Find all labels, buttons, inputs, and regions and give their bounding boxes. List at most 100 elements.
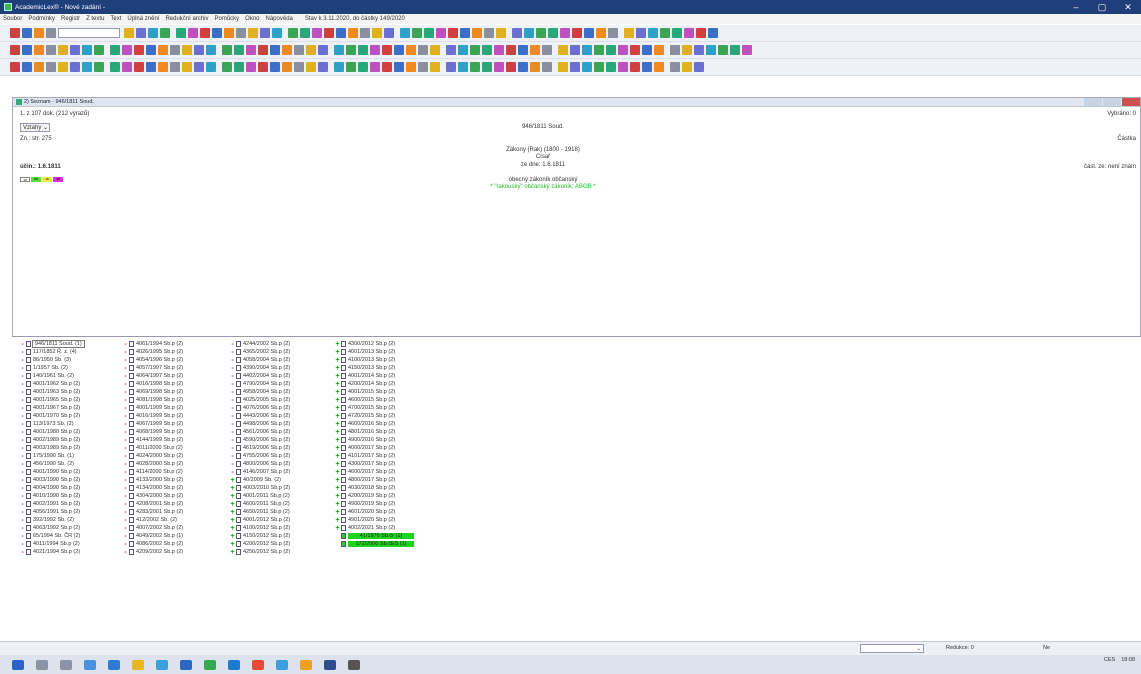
list-item[interactable]: - 4134/2000 Sb.p (2) xyxy=(123,484,183,492)
list-item[interactable]: +4300/2012 Sb.p (2) xyxy=(335,340,414,348)
toolbar-tool-icon[interactable] xyxy=(370,62,380,72)
toolbar-tool-icon[interactable] xyxy=(34,28,44,38)
expand-icon[interactable]: + xyxy=(335,461,340,468)
collapse-icon[interactable]: - xyxy=(123,405,128,412)
toolbar-tool-icon[interactable] xyxy=(124,28,134,38)
toolbar-tool-icon[interactable] xyxy=(548,28,558,38)
list-item[interactable]: - 113/1973 Sb. (2) xyxy=(20,420,84,428)
list-item[interactable]: - 175/1990 Sb. (1) xyxy=(20,452,84,460)
list-item[interactable]: - 4054/1996 Sb.p (2) xyxy=(123,356,183,364)
expand-icon[interactable]: + xyxy=(335,357,340,364)
toolbar-tool-icon[interactable] xyxy=(424,28,434,38)
list-item[interactable]: +4200/2014 Sb.p (2) xyxy=(335,380,414,388)
list-item[interactable]: - 4402/2004 Sb.p (2) xyxy=(230,372,290,380)
collapse-icon[interactable]: - xyxy=(123,453,128,460)
badge-1[interactable]: 18 xyxy=(20,177,30,182)
list-item[interactable]: +40/2009 Sb. (2) xyxy=(230,476,290,484)
collapse-icon[interactable]: - xyxy=(230,461,235,468)
toolbar-tool-icon[interactable] xyxy=(594,62,604,72)
toolbar-tool-icon[interactable] xyxy=(506,45,516,55)
toolbar-tool-icon[interactable] xyxy=(606,45,616,55)
toolbar-tool-icon[interactable] xyxy=(618,62,628,72)
toolbar-tool-icon[interactable] xyxy=(258,45,268,55)
collapse-icon[interactable]: - xyxy=(123,381,128,388)
collapse-icon[interactable]: - xyxy=(230,341,235,348)
expand-icon[interactable]: + xyxy=(230,525,235,532)
list-item[interactable]: +4150/2012 Sb.p (2) xyxy=(230,532,290,540)
toolbar-tool-icon[interactable] xyxy=(158,45,168,55)
toolbar-tool-icon[interactable] xyxy=(300,28,310,38)
list-item[interactable]: - 4958/2004 Sb.p (2) xyxy=(230,388,290,396)
toolbar-tool-icon[interactable] xyxy=(654,45,664,55)
expand-icon[interactable]: + xyxy=(335,365,340,372)
doc-restore-button[interactable] xyxy=(1103,98,1121,106)
list-item[interactable]: +4601/2020 Sb.p (2) xyxy=(335,508,414,516)
list-item[interactable]: +4650/2011 Sb.p (2) xyxy=(230,508,290,516)
toolbar-tool-icon[interactable] xyxy=(348,28,358,38)
list-item[interactable]: 172/2000 Sb.čES (1) xyxy=(335,540,414,548)
collapse-icon[interactable]: - xyxy=(20,397,25,404)
toolbar-tool-icon[interactable] xyxy=(10,45,20,55)
collapse-icon[interactable]: - xyxy=(123,445,128,452)
expand-icon[interactable]: + xyxy=(335,517,340,524)
list-item[interactable]: +4100/2013 Sb.p (2) xyxy=(335,356,414,364)
list-item[interactable]: - 4028/2000 Sb.p (2) xyxy=(123,460,183,468)
list-item[interactable]: +4000/2017 Sb.p (2) xyxy=(335,444,414,452)
list-item[interactable]: +4001/2013 Sb.p (2) xyxy=(335,348,414,356)
list-item[interactable]: - 4001/1967 Sb.p (2) xyxy=(20,404,84,412)
collapse-icon[interactable]: - xyxy=(20,549,25,556)
list-item[interactable]: - 4498/2006 Sb.p (2) xyxy=(230,420,290,428)
toolbar-tool-icon[interactable] xyxy=(182,62,192,72)
expand-icon[interactable]: + xyxy=(335,437,340,444)
toolbar-tool-icon[interactable] xyxy=(334,45,344,55)
toolbar-tool-icon[interactable] xyxy=(694,62,704,72)
menu-soubor[interactable]: Soubor xyxy=(3,16,22,22)
toolbar-tool-icon[interactable] xyxy=(122,45,132,55)
collapse-icon[interactable]: - xyxy=(20,493,25,500)
list-item[interactable]: - 412/2002 Sb. (2) xyxy=(123,516,183,524)
toolbar-tool-icon[interactable] xyxy=(82,62,92,72)
collapse-icon[interactable]: - xyxy=(123,397,128,404)
list-item[interactable]: - 4061/1994 Sb.p (2) xyxy=(123,340,183,348)
list-item[interactable]: - 140/1961 Sb. (2) xyxy=(20,372,84,380)
search-icon[interactable] xyxy=(36,659,48,670)
collapse-icon[interactable]: - xyxy=(20,469,25,476)
app-icon-blue[interactable] xyxy=(276,659,288,670)
expand-icon[interactable]: + xyxy=(230,509,235,516)
list-item[interactable]: +4002/2021 Sb.p (2) xyxy=(335,524,414,532)
badge-4[interactable]: SB xyxy=(53,177,63,182)
toolbar-tool-icon[interactable] xyxy=(482,62,492,72)
collapse-icon[interactable]: - xyxy=(123,461,128,468)
expand-icon[interactable]: + xyxy=(335,509,340,516)
list-item[interactable]: - 65/1994 Sb. ČR (2) xyxy=(20,532,84,540)
toolbar-tool-icon[interactable] xyxy=(446,62,456,72)
store-icon[interactable] xyxy=(108,659,120,670)
list-item[interactable]: - 4064/1997 Sb.p (2) xyxy=(123,372,183,380)
task-view-icon[interactable] xyxy=(60,659,72,670)
collapse-icon[interactable]: - xyxy=(20,541,25,548)
list-item[interactable]: +4001/2011 Sb.p (2) xyxy=(230,492,290,500)
collapse-icon[interactable]: - xyxy=(20,501,25,508)
list-item[interactable]: - 4016/1999 Sb.p (2) xyxy=(123,412,183,420)
toolbar-tool-icon[interactable] xyxy=(682,62,692,72)
collapse-icon[interactable]: - xyxy=(230,437,235,444)
menu-z-textu[interactable]: Z textu xyxy=(86,16,104,22)
toolbar-tool-icon[interactable] xyxy=(246,45,256,55)
list-item[interactable]: - 4057/1997 Sb.p (2) xyxy=(123,364,183,372)
collapse-icon[interactable]: - xyxy=(123,517,128,524)
list-item[interactable]: - 4024/2000 Sb.p (2) xyxy=(123,452,183,460)
toolbar-tool-icon[interactable] xyxy=(718,45,728,55)
toolbar-tool-icon[interactable] xyxy=(642,62,652,72)
toolbar-tool-icon[interactable] xyxy=(170,62,180,72)
excel-icon[interactable] xyxy=(204,659,216,670)
toolbar-tool-icon[interactable] xyxy=(200,28,210,38)
menu-okno[interactable]: Okno xyxy=(245,16,259,22)
toolbar-tool-icon[interactable] xyxy=(636,28,646,38)
list-item[interactable]: +4150/2013 Sb.p (2) xyxy=(335,364,414,372)
toolbar-tool-icon[interactable] xyxy=(530,45,540,55)
folder-icon[interactable] xyxy=(132,659,144,670)
list-item[interactable]: - 4068/1999 Sb.p (2) xyxy=(123,428,183,436)
toolbar-tool-icon[interactable] xyxy=(430,62,440,72)
list-item[interactable]: +4600/2017 Sb.p (2) xyxy=(335,468,414,476)
toolbar-tool-icon[interactable] xyxy=(334,62,344,72)
